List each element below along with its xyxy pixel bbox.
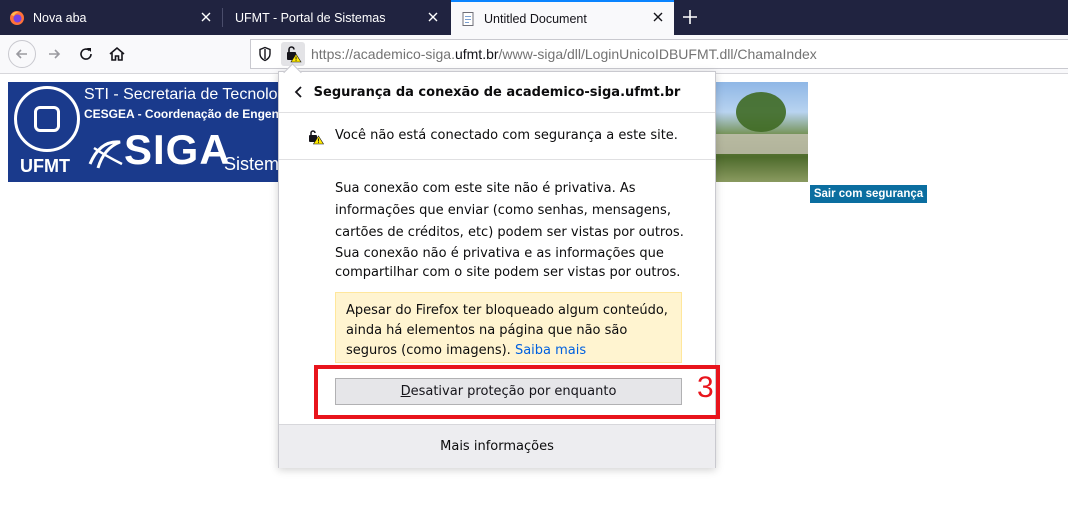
reload-icon (80, 48, 92, 60)
mixed-content-warning: Apesar do Firefox ter bloqueado algum co… (335, 292, 682, 363)
url-path: /www-siga/dll/LoginUnicoIDBUFMT.dll/Cham… (498, 46, 817, 62)
campus-photo (716, 82, 808, 182)
siga-logo-text: SIGA (124, 126, 231, 173)
address-bar[interactable]: https://academico-siga.ufmt.br/www-siga/… (250, 39, 1068, 69)
url-host: ufmt.br (454, 46, 499, 62)
ufmt-logo (14, 86, 80, 152)
tab-title: Untitled Document (484, 11, 587, 26)
back-arrow-icon (15, 49, 27, 59)
panel-title: Segurança da conexão de academico-siga.u… (313, 85, 681, 100)
panel-header: Segurança da conexão de academico-siga.u… (279, 72, 715, 113)
annotation-highlight-box (314, 365, 720, 419)
tab-untitled-document[interactable]: Untitled Document (451, 0, 674, 35)
learn-more-link[interactable]: Saiba mais (515, 343, 586, 358)
logout-link[interactable]: Sair com segurança (810, 185, 927, 203)
privacy-description-2: Sua conexão não é privativa e as informa… (335, 246, 681, 280)
photo-trees (736, 92, 786, 132)
ufmt-logo-text: UFMT (20, 156, 70, 176)
home-icon (109, 46, 125, 61)
back-button[interactable] (8, 40, 36, 68)
firefox-icon (9, 10, 25, 26)
banner-sti-line: STI - Secretaria de Tecnologia d (84, 86, 288, 103)
new-tab-icon[interactable] (681, 8, 699, 26)
photo-building (716, 134, 808, 154)
forward-arrow-icon (49, 49, 61, 59)
privacy-description-1: Sua conexão com este site não é privativ… (335, 181, 684, 240)
tab-portal[interactable]: UFMT - Portal de Sistemas (223, 0, 449, 35)
reload-button[interactable] (74, 42, 98, 66)
connection-status-text: Você não está conectado com segurança a … (335, 128, 678, 143)
tab-title: Nova aba (33, 10, 87, 25)
annotation-step-number: 3 (697, 371, 714, 404)
close-icon[interactable] (650, 9, 666, 25)
navigation-toolbar: https://academico-siga.ufmt.br/www-siga/… (0, 35, 1068, 74)
insecure-lock-icon (307, 128, 325, 150)
siga-swoosh-icon (86, 134, 126, 178)
document-icon (460, 11, 476, 27)
close-icon[interactable] (198, 9, 214, 25)
tab-nova-aba[interactable]: Nova aba (0, 0, 222, 35)
mixed-content-warning-text: Apesar do Firefox ter bloqueado algum co… (346, 303, 668, 358)
forward-button[interactable] (42, 42, 66, 66)
site-identity-button[interactable] (281, 42, 305, 66)
insecure-lock-icon (287, 46, 302, 63)
url-prefix: https://academico-siga. (311, 46, 455, 62)
more-information-label: Mais informações (440, 439, 554, 454)
more-information-button[interactable]: Mais informações (279, 424, 715, 468)
tab-strip: Nova aba UFMT - Portal de Sistemas Untit… (0, 0, 1068, 35)
siga-header-banner: UFMT STI - Secretaria de Tecnologia d CE… (8, 82, 288, 182)
banner-cesgea-line: CESGEA - Coordenação de Engenharia (84, 107, 288, 121)
connection-status-row: Você não está conectado com segurança a … (279, 113, 715, 160)
tracking-protection-shield-icon[interactable] (257, 46, 273, 66)
tab-title: UFMT - Portal de Sistemas (235, 10, 386, 25)
close-icon[interactable] (425, 9, 441, 25)
url-text[interactable]: https://academico-siga.ufmt.br/www-siga/… (311, 46, 817, 62)
home-button[interactable] (105, 42, 129, 66)
